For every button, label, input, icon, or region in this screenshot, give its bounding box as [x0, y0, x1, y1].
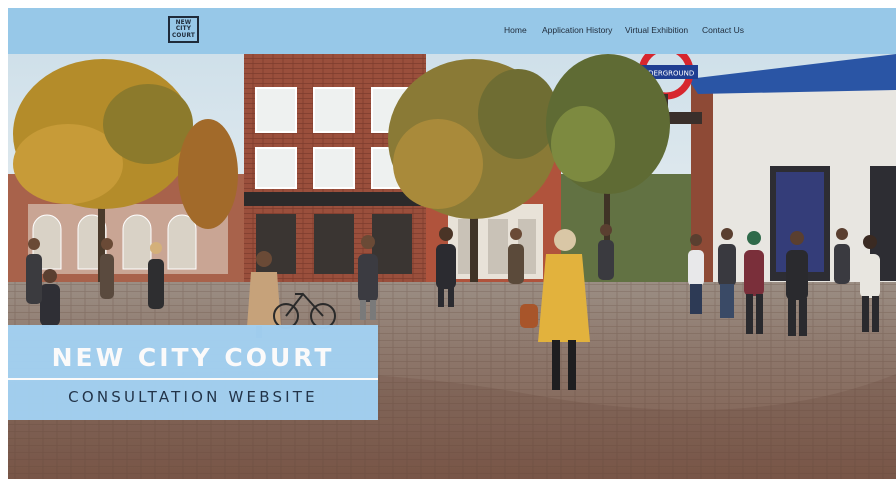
hero-subtitle: CONSULTATION WEBSITE: [68, 388, 318, 406]
nav-contact-us[interactable]: Contact Us: [702, 25, 744, 35]
nav-application-history[interactable]: Application History: [542, 25, 612, 35]
hero-banner: NEW CITY COURT CONSULTATION WEBSITE: [8, 325, 378, 420]
hero-title: NEW CITY COURT: [51, 343, 335, 372]
site-header: NEW CITY COURT Home Application History …: [8, 8, 896, 54]
nav-virtual-exhibition[interactable]: Virtual Exhibition: [625, 25, 688, 35]
banner-divider: [8, 378, 378, 380]
page-frame: NEW CITY COURT Home Application History …: [8, 8, 896, 479]
main-nav: Home Application History Virtual Exhibit…: [8, 25, 896, 39]
nav-home[interactable]: Home: [504, 25, 527, 35]
